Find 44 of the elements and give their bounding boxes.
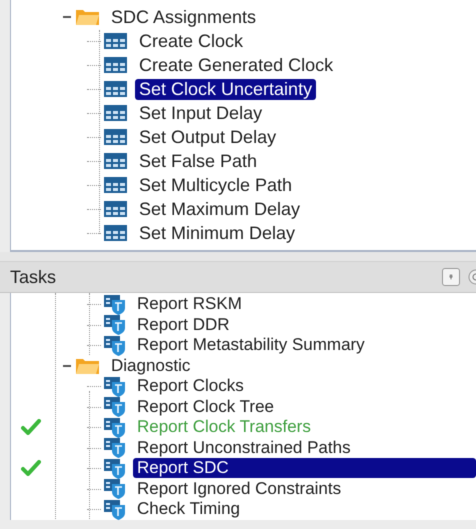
tree-item[interactable]: Report RSKM	[133, 294, 246, 314]
table-icon	[103, 104, 128, 122]
tree-item[interactable]: Set Maximum Delay	[135, 198, 304, 220]
tree-item[interactable]: Report SDC	[133, 458, 476, 478]
table-icon	[103, 128, 128, 146]
report-icon	[103, 294, 126, 315]
tree-item[interactable]: Report Unconstrained Paths	[133, 438, 355, 458]
table-icon	[103, 224, 128, 242]
tree-item[interactable]: Check Timing	[133, 499, 244, 520]
report-icon	[103, 416, 126, 438]
folder-icon	[75, 8, 100, 26]
report-icon	[103, 334, 126, 356]
tree-item[interactable]: Create Clock	[135, 30, 248, 52]
tree-item[interactable]: Report Clocks	[133, 376, 248, 396]
report-icon	[103, 498, 126, 520]
tree-item[interactable]: Report Ignored Constraints	[133, 478, 346, 499]
tree-item[interactable]: Set Minimum Delay	[135, 222, 300, 244]
report-icon	[103, 396, 126, 418]
tree-item[interactable]: Report Metastability Summary	[133, 335, 369, 356]
tree-item[interactable]: Set Clock Uncertainty	[135, 78, 316, 100]
tree-item[interactable]: Set Multicycle Path	[135, 174, 296, 196]
collapse-toggle[interactable]	[63, 364, 71, 367]
folder-item[interactable]: SDC Assignments	[107, 6, 260, 28]
table-icon	[103, 200, 128, 218]
table-icon	[103, 176, 128, 194]
report-icon	[103, 437, 126, 458]
report-icon	[103, 478, 126, 500]
report-icon	[103, 376, 126, 397]
tree-item[interactable]: Set Output Delay	[135, 126, 280, 148]
tree-item[interactable]: Set Input Delay	[135, 102, 266, 124]
table-icon	[103, 80, 128, 98]
tree-item[interactable]: Create Generated Clock	[135, 54, 338, 76]
table-icon	[103, 32, 128, 50]
panel-title: Tasks	[10, 266, 56, 288]
table-icon	[103, 152, 128, 170]
tree-item[interactable]: Report DDR	[133, 314, 234, 335]
report-icon	[103, 314, 126, 336]
tree-item[interactable]: Set False Path	[135, 150, 262, 172]
tree-item[interactable]: Report Clock Tree	[133, 396, 278, 417]
table-icon	[103, 56, 128, 74]
folder-icon	[75, 356, 100, 375]
report-icon	[103, 458, 126, 479]
folder-item[interactable]: Diagnostic	[107, 356, 194, 376]
pin-button[interactable]	[442, 268, 460, 286]
